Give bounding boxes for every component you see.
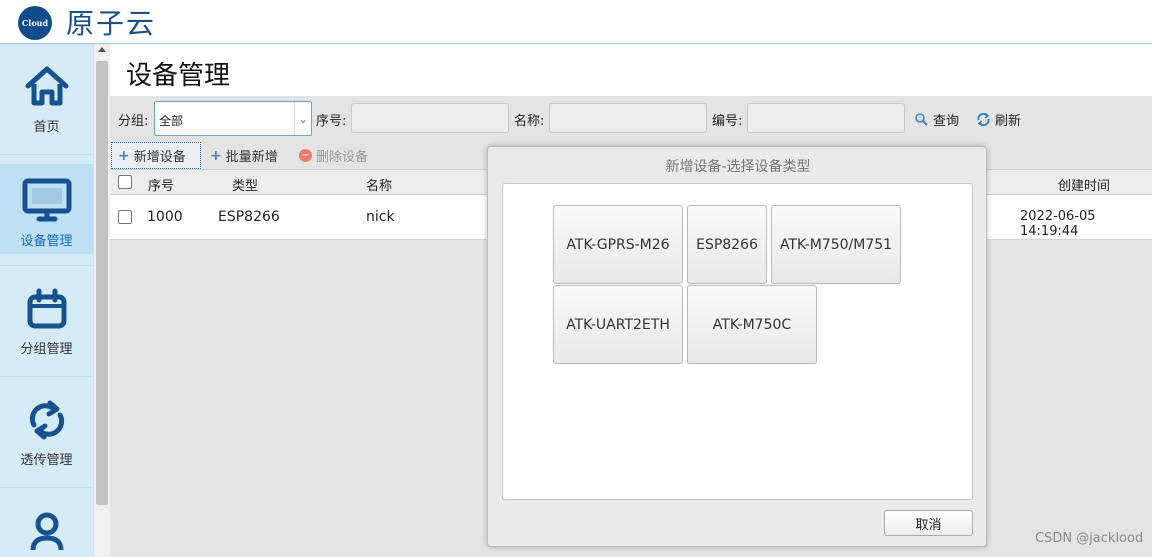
monitor-icon	[22, 178, 71, 222]
scroll-up-arrow-icon[interactable]	[98, 47, 106, 52]
calendar-icon	[27, 288, 66, 329]
cancel-button[interactable]: 取消	[884, 510, 973, 536]
add-device-label: 新增设备	[133, 150, 186, 165]
sidebar: 首页 设备管理 分组管理 透传管理	[0, 44, 93, 557]
sidebar-item-groups[interactable]: 分组管理	[0, 268, 93, 374]
divider	[0, 487, 93, 488]
search-icon	[915, 113, 928, 126]
logo-text: Cloud	[21, 18, 49, 28]
top-bar: Cloud 原子云	[0, 0, 1152, 44]
refresh-icon	[977, 112, 990, 127]
sidebar-item-passthrough[interactable]: 透传管理	[0, 379, 93, 485]
sync-icon	[29, 400, 64, 440]
refresh-label: 刷新	[995, 114, 1022, 129]
cell-name: nick	[366, 209, 395, 225]
sidebar-item-devices[interactable]: 设备管理	[0, 164, 93, 254]
batch-add-label: 批量新增	[225, 150, 278, 165]
sidebar-item-label: 首页	[33, 120, 60, 135]
cloud-logo: Cloud	[18, 6, 52, 40]
plus-icon: +	[118, 147, 130, 164]
minus-circle-icon: −	[299, 149, 312, 162]
sidebar-item-label: 分组管理	[20, 342, 73, 357]
code-label: 编号:	[712, 114, 743, 129]
select-device-type-dialog: 新增设备-选择设备类型 ATK-GPRS-M26 ESP8266 ATK-M75…	[487, 146, 987, 547]
filter-bar: 分组: 全部 ⌄ 序号: 名称: 编号: 查询 刷新	[110, 96, 1152, 142]
serial-input[interactable]	[351, 103, 509, 133]
device-type-button[interactable]: ATK-GPRS-M26	[553, 205, 683, 284]
group-label: 分组:	[118, 114, 149, 129]
device-type-button[interactable]: ESP8266	[687, 205, 767, 284]
group-select-value: 全部	[159, 114, 184, 128]
divider	[0, 376, 93, 377]
select-all-checkbox[interactable]	[118, 175, 132, 189]
sidebar-item-label: 透传管理	[20, 453, 73, 468]
column-header-type: 类型	[232, 179, 259, 194]
divider	[0, 265, 93, 266]
row-checkbox[interactable]	[118, 210, 132, 224]
dialog-title: 新增设备-选择设备类型	[665, 159, 811, 175]
add-device-button[interactable]: + 新增设备	[111, 142, 201, 169]
sidebar-scrollbar[interactable]	[93, 44, 110, 557]
cell-type: ESP8266	[218, 209, 280, 225]
sidebar-item-home[interactable]: 首页	[0, 44, 93, 150]
sidebar-item-user[interactable]	[0, 490, 93, 557]
cell-created: 2022-06-05 14:19:44	[1020, 209, 1096, 239]
delete-device-label: 删除设备	[316, 150, 369, 165]
dialog-body: ATK-GPRS-M26 ESP8266 ATK-M750/M751 ATK-U…	[502, 183, 973, 500]
home-icon	[25, 66, 68, 106]
cell-serial: 1000	[147, 209, 183, 225]
serial-label: 序号:	[316, 114, 347, 129]
device-type-button[interactable]: ATK-UART2ETH	[553, 285, 683, 364]
user-icon	[30, 512, 63, 551]
page-title: 设备管理	[110, 44, 1152, 96]
brand-title: 原子云	[66, 7, 157, 40]
name-input[interactable]	[549, 103, 707, 133]
batch-add-button[interactable]: + 批量新增	[204, 142, 284, 169]
device-type-button[interactable]: ATK-M750C	[687, 285, 817, 364]
column-header-created: 创建时间	[1058, 179, 1111, 194]
column-header-serial: 序号	[148, 179, 175, 194]
chevron-down-icon[interactable]: ⌄	[294, 102, 311, 135]
column-header-name: 名称	[366, 179, 393, 194]
device-type-button[interactable]: ATK-M750/M751	[771, 205, 901, 284]
code-input[interactable]	[747, 103, 905, 133]
delete-device-button[interactable]: − 删除设备	[293, 142, 374, 169]
refresh-button[interactable]: 刷新	[976, 110, 1021, 129]
query-label: 查询	[933, 114, 960, 129]
watermark: CSDN @jacklood	[1035, 531, 1144, 546]
divider	[0, 154, 93, 155]
plus-icon: +	[210, 147, 222, 164]
name-label: 名称:	[514, 114, 545, 129]
group-select[interactable]: 全部 ⌄	[154, 101, 312, 136]
scroll-thumb[interactable]	[96, 61, 108, 505]
sidebar-item-label: 设备管理	[20, 234, 73, 249]
query-button[interactable]: 查询	[914, 110, 959, 129]
